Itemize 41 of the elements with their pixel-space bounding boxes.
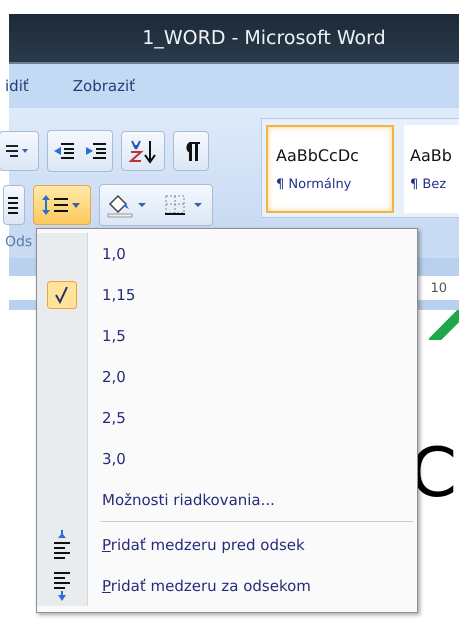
menu-item[interactable]: Pridať medzeru pred odsek [37,524,417,565]
menu-item[interactable]: Možnosti riadkovania... [37,479,417,520]
menu-item-label: 2,0 [102,368,126,386]
menu-item[interactable]: 2,5 [37,397,417,438]
style-name: ¶ Bez [410,177,446,192]
menu-item-label: 1,5 [102,326,126,344]
menu-item-label: 1,15 [102,286,136,304]
menu-item[interactable]: Pridať medzeru za odsekom [37,565,417,606]
style-name: ¶ Normálny [276,177,352,192]
indent-left-icon [52,140,76,162]
menu-item[interactable]: 1,5 [37,315,417,356]
justify-icon [8,194,20,216]
menu-item-label: 3,0 [102,450,126,468]
style-tile[interactable]: AaBbCcDc ¶ Normálny [266,125,394,213]
space-after-icon [53,570,71,600]
menu-item[interactable]: 2,0 [37,356,417,397]
space-before-icon [53,530,71,560]
sort-button[interactable] [121,131,165,171]
ruler-number: 10 [430,280,447,296]
menu-item[interactable]: 1,0 [37,233,417,274]
menu-item-label: Pridať medzeru pred odsek [102,536,305,554]
style-sample: AaBb [410,146,452,165]
menu-item-label: 1,0 [102,244,126,262]
menu-item[interactable]: 1,15 [37,274,417,315]
letter-stroke [429,310,459,340]
multilevel-list-button[interactable] [0,131,39,171]
justify-button[interactable] [3,185,25,225]
style-sample: AaBbCcDc [276,146,359,165]
ribbon-tab[interactable]: idiť [5,77,29,95]
sort-icon [128,138,158,164]
style-tile[interactable]: AaBb ¶ Bez [404,125,459,213]
group-label: Ods [5,234,32,250]
window-title: 1_WORD - Microsoft Word [142,27,386,49]
ribbon-tab[interactable]: Zobraziť [72,77,136,95]
menu-item[interactable]: 3,0 [37,438,417,479]
indent-right-icon [84,140,108,162]
menu-item-label: Možnosti riadkovania... [102,490,275,508]
menu-item-label: Pridať medzeru za odsekom [102,576,311,594]
show-marks-button[interactable] [173,131,209,171]
line-spacing-button[interactable] [33,185,91,225]
menu-item-label: 2,5 [102,408,126,426]
